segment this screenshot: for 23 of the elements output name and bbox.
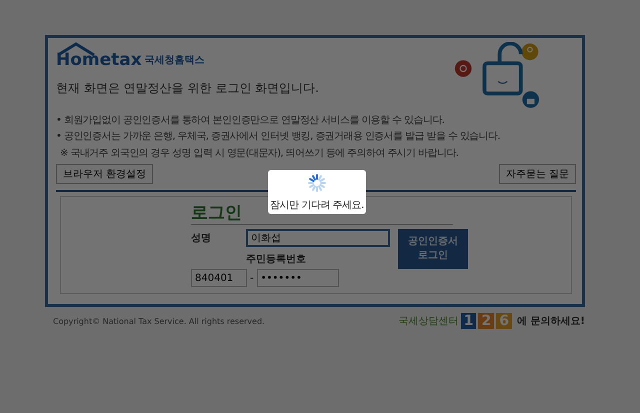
call-center-text: 국세상담센터 — [398, 315, 459, 328]
loading-message: 잠시만 기다려 주세요. — [270, 199, 364, 212]
name-label: 성명 — [191, 232, 212, 245]
id-back-input[interactable]: ••••••• — [256, 269, 339, 287]
notice-text: ※ 국내거주 외국인의 경우 성명 입력 시 영문(대문자), 띄어쓰기 등에 주의하여 주시기 바랍니다. — [59, 147, 460, 160]
notice-text: • 공인인증서는 가까운 은행, 우체국, 증권사에서 인터넷 뱅킹, 증권거래용 인증서를 발급 받을 수 있습니다. — [56, 130, 501, 143]
number-tile: 6 — [496, 313, 512, 329]
id-number-label: 주민등록번호 — [246, 253, 307, 266]
logo-subtitle: 국세청홈택스 — [144, 54, 205, 68]
name-input[interactable]: 이화섭 — [246, 229, 390, 247]
page-title: 현재 화면은 연말정산을 위한 로그인 화면입니다. — [56, 80, 319, 97]
faq-button[interactable]: 자주묻는 질문 — [498, 164, 576, 184]
id-front-input[interactable]: 840401 — [191, 269, 247, 287]
number-tile: 2 — [478, 313, 494, 329]
copyright-text: Copyright© National Tax Service. All rights reserved. — [53, 316, 265, 326]
loading-spinner-icon — [306, 172, 328, 194]
logo-text: Hometax — [56, 50, 142, 70]
contact-text: 에 문의하세요! — [516, 315, 585, 328]
number-tile: 1 — [460, 313, 476, 329]
certificate-login-button[interactable]: 공인인증서 로그인 — [398, 229, 468, 269]
notice-text: • 회원가입없이 공인인증서를 통하여 본인인증만으로 연말정산 서비스를 이용할 수 있습니다. — [56, 114, 446, 127]
browser-settings-button[interactable]: 브라우저 환경설정 — [56, 164, 154, 184]
separator-text: - — [250, 272, 254, 284]
